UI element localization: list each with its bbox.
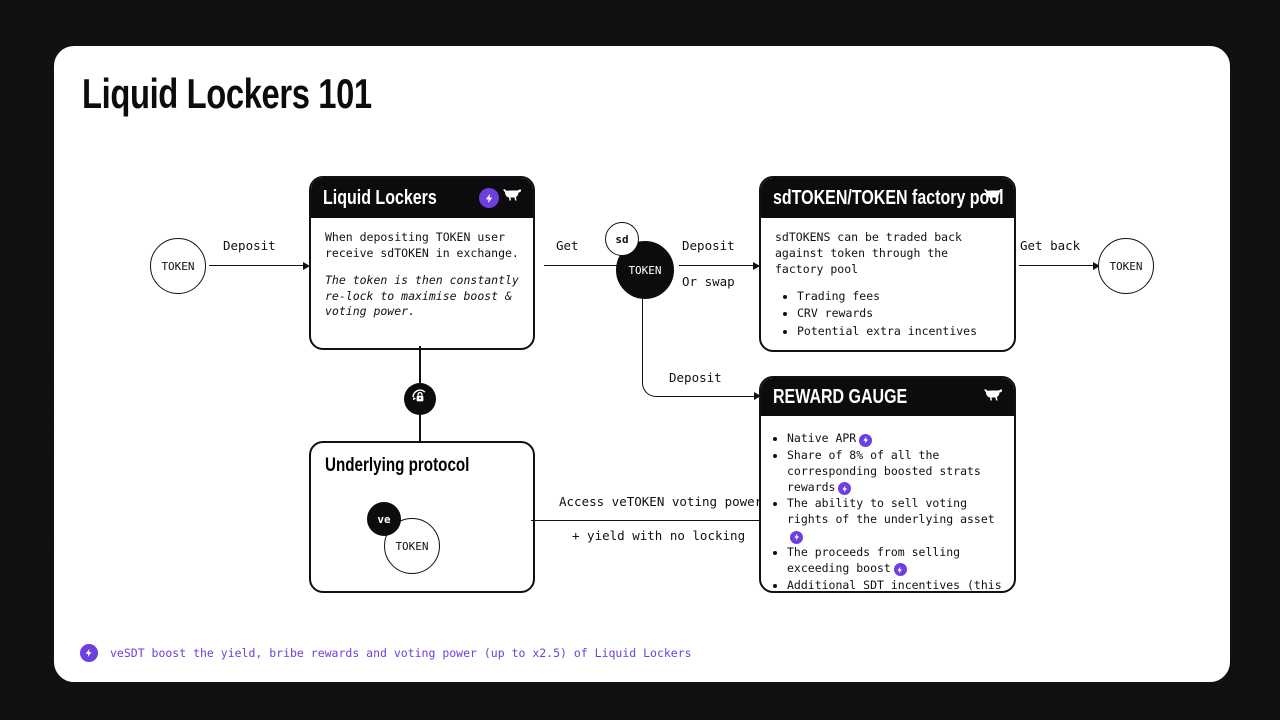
connector-deposit-1-label: Deposit (223, 238, 276, 253)
card-reward-gauge-bullets: Native APR Share of 8% of all the corresp… (773, 431, 1002, 593)
card-reward-gauge-header: REWARD GAUGE (761, 378, 1014, 416)
card-underlying-protocol-title: Underlying protocol (325, 455, 469, 477)
badge-circle-ve-label: ve (377, 513, 390, 526)
list-item: The proceeds from selling exceeding boos… (787, 545, 1002, 577)
slide-sheet: Liquid Lockers 101 TOKEN Deposit Liquid … (52, 44, 1232, 684)
token-circle-input-label: TOKEN (161, 260, 194, 273)
card-reward-gauge: REWARD GAUGE Native APR Share of 8% of al… (759, 376, 1016, 593)
badge-circle-sd-label: sd (615, 233, 628, 246)
badge-circle-ve: ve (367, 502, 401, 536)
bolt-icon (479, 188, 499, 208)
list-item: Additional SDT incentives (this will be … (787, 578, 1002, 593)
card-liquid-lockers-body: When depositing TOKEN user receive sdTOK… (311, 218, 533, 332)
connector-deposit-2-label: Deposit (682, 238, 735, 253)
card-factory-pool-body: sdTOKENS can be traded back against toke… (761, 218, 1014, 352)
card-liquid-lockers-title: Liquid Lockers (323, 187, 437, 210)
token-circle-output: TOKEN (1098, 238, 1154, 294)
list-item: Potential extra incentives (797, 324, 1000, 340)
card-reward-gauge-title: REWARD GAUGE (773, 386, 907, 409)
connector-relock-line-top (419, 346, 420, 383)
card-liquid-lockers-header: Liquid Lockers (311, 178, 533, 218)
list-item: Trading fees (797, 289, 1000, 305)
list-item: Native APR (787, 431, 1002, 447)
list-item: Share of 8% of all the corresponding boo… (787, 448, 1002, 496)
list-item: The ability to sell voting rights of the… (787, 496, 1002, 544)
card-liquid-lockers-paragraph: When depositing TOKEN user receive sdTOK… (325, 230, 519, 262)
relock-badge (404, 383, 436, 415)
list-item-label: The ability to sell voting rights of the… (787, 496, 995, 526)
page-title: Liquid Lockers 101 (82, 70, 372, 118)
card-liquid-lockers: Liquid Lockers When depositing TOKEN use… (309, 176, 535, 350)
connector-get-back-line (1019, 265, 1094, 266)
card-factory-pool-paragraph: sdTOKENS can be traded back against toke… (775, 230, 1000, 278)
footer-note: veSDT boost the yield, bribe rewards and… (80, 644, 692, 662)
bolt-icon (80, 644, 98, 662)
card-underlying-protocol-header: Underlying protocol (311, 443, 533, 477)
card-reward-gauge-body: Native APR Share of 8% of all the corresp… (761, 416, 1014, 593)
halftone-decoration-left (0, 40, 60, 680)
footer-note-text: veSDT boost the yield, bribe rewards and… (110, 646, 692, 660)
connector-get-label: Get (556, 238, 579, 253)
connector-deposit-3-label: Deposit (669, 370, 722, 385)
bolt-icon (894, 563, 907, 576)
connector-yield-label: + yield with no locking (572, 528, 745, 543)
bison-icon (984, 186, 1004, 202)
card-factory-pool-title: sdTOKEN/TOKEN factory pool (773, 187, 1004, 210)
badge-circle-sd: sd (605, 222, 639, 256)
connector-deposit-1-line (209, 265, 304, 266)
bison-icon (984, 386, 1004, 402)
token-circle-ve-token-label: TOKEN (395, 540, 428, 553)
connector-get-back-label: Get back (1020, 238, 1080, 253)
list-item-label: Native APR (787, 431, 856, 445)
list-item: CRV rewards (797, 306, 1000, 322)
connector-get-line (544, 265, 619, 266)
list-item-label: The proceeds from selling exceeding boos… (787, 545, 960, 575)
connector-access-power-label: Access veTOKEN voting power (559, 494, 762, 509)
card-factory-pool: sdTOKEN/TOKEN factory pool sdTOKENS can … (759, 176, 1016, 352)
card-factory-pool-header: sdTOKEN/TOKEN factory pool (761, 178, 1014, 218)
bolt-icon (838, 482, 851, 495)
card-factory-pool-bullets: Trading fees CRV rewards Potential extra… (775, 289, 1000, 341)
connector-or-swap-label: Or swap (682, 274, 735, 289)
list-item-label: Share of 8% of all the corresponding boo… (787, 448, 981, 494)
connector-deposit-2-line (679, 265, 754, 266)
lock-refresh-icon (409, 386, 431, 412)
bison-icon (503, 186, 523, 202)
list-item-label: Additional SDT incentives (this will be … (787, 578, 1002, 593)
token-circle-input: TOKEN (150, 238, 206, 294)
card-liquid-lockers-paragraph-italic: The token is then constantly re-lock to … (325, 273, 519, 321)
token-circle-sd-token-label: TOKEN (628, 264, 661, 277)
connector-access-power-line (531, 520, 761, 521)
bolt-icon (790, 531, 803, 544)
token-circle-output-label: TOKEN (1109, 260, 1142, 273)
bolt-icon (859, 434, 872, 447)
